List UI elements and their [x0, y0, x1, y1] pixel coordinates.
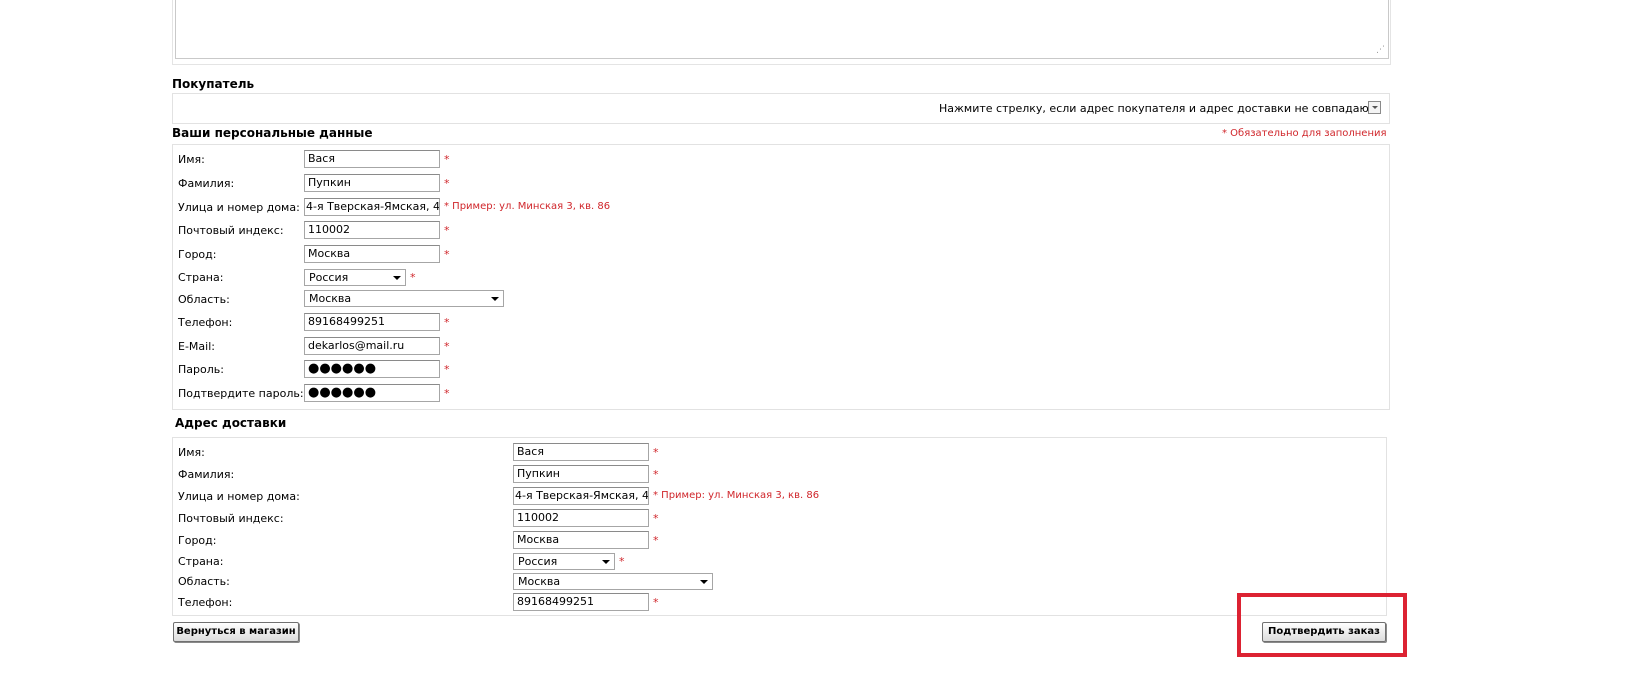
label-city: Город:	[178, 248, 217, 261]
label-phone: Телефон:	[178, 316, 233, 329]
required-mark: *	[444, 153, 450, 166]
street-hint: * Пример: ул. Минская 3, кв. 86	[653, 490, 820, 501]
label-region: Область:	[178, 575, 230, 588]
required-mark: *	[653, 596, 659, 609]
label-first-name: Имя:	[178, 153, 205, 166]
ship-region-select[interactable]: Москва	[513, 573, 713, 590]
back-to-shop-button[interactable]: Вернуться в магазин	[173, 622, 299, 642]
shipping-panel	[172, 437, 1387, 616]
country-select[interactable]: Россия	[304, 269, 406, 286]
zip-input[interactable]: 110002	[304, 221, 440, 239]
address-toggle-text: Нажмите стрелку, если адрес покупателя и…	[939, 102, 1379, 115]
label-street: Улица и номер дома:	[178, 201, 300, 214]
chevron-down-icon	[1372, 106, 1378, 109]
region-select[interactable]: Москва	[304, 290, 504, 307]
ship-region-select-value: Москва	[518, 575, 561, 588]
label-last-name: Фамилия:	[178, 468, 235, 481]
label-email: E-Mail:	[178, 340, 215, 353]
label-phone: Телефон:	[178, 596, 233, 609]
country-select-value: Россия	[309, 271, 349, 284]
ship-country-select[interactable]: Россия	[513, 553, 615, 570]
chevron-down-icon	[700, 580, 708, 584]
required-mark: *	[653, 468, 659, 481]
street-hint: * Пример: ул. Минская 3, кв. 86	[444, 201, 611, 212]
label-zip: Почтовый индекс:	[178, 512, 284, 525]
label-country: Страна:	[178, 555, 224, 568]
required-mark: *	[444, 363, 450, 376]
ship-phone-input[interactable]: 89168499251	[513, 593, 649, 611]
ship-first-name-input[interactable]: Вася	[513, 443, 649, 461]
required-mark: *	[444, 177, 450, 190]
first-name-input[interactable]: Вася	[304, 150, 440, 168]
label-last-name: Фамилия:	[178, 177, 235, 190]
resize-grip-icon[interactable]: ⋰	[1376, 46, 1385, 55]
city-input[interactable]: Москва	[304, 245, 440, 263]
personal-title: Ваши персональные данные	[172, 126, 373, 140]
required-note: * Обязательно для заполнения	[1222, 128, 1387, 139]
address-toggle-button[interactable]	[1368, 101, 1381, 114]
ship-country-select-value: Россия	[518, 555, 558, 568]
required-mark: *	[410, 271, 416, 284]
label-street: Улица и номер дома:	[178, 490, 300, 503]
required-mark: *	[444, 248, 450, 261]
password-input[interactable]: ●●●●●●	[304, 360, 440, 378]
required-mark: *	[444, 316, 450, 329]
required-mark: *	[619, 555, 625, 568]
label-zip: Почтовый индекс:	[178, 224, 284, 237]
required-mark: *	[653, 446, 659, 459]
required-mark: *	[444, 340, 450, 353]
required-mark: *	[653, 512, 659, 525]
chevron-down-icon	[491, 297, 499, 301]
last-name-input[interactable]: Пупкин	[304, 174, 440, 192]
label-country: Страна:	[178, 271, 224, 284]
email-input[interactable]: dekarlos@mail.ru	[304, 337, 440, 355]
label-password-confirm: Подтвердите пароль:	[178, 387, 304, 400]
shipping-title: Адрес доставки	[175, 416, 287, 430]
label-first-name: Имя:	[178, 446, 205, 459]
ship-city-input[interactable]: Москва	[513, 531, 649, 549]
comment-textarea[interactable]: ⋰	[175, 0, 1389, 59]
phone-input[interactable]: 89168499251	[304, 313, 440, 331]
ship-street-input[interactable]: 4-я Тверская-Ямская, 4	[513, 487, 649, 505]
label-password: Пароль:	[178, 363, 224, 376]
region-select-value: Москва	[309, 292, 352, 305]
password-confirm-input[interactable]: ●●●●●●	[304, 384, 440, 402]
buyer-title: Покупатель	[172, 77, 255, 91]
chevron-down-icon	[602, 560, 610, 564]
label-city: Город:	[178, 534, 217, 547]
required-mark: *	[444, 224, 450, 237]
confirm-order-button[interactable]: Подтвердить заказ	[1262, 622, 1386, 642]
required-mark: *	[653, 534, 659, 547]
chevron-down-icon	[393, 276, 401, 280]
label-region: Область:	[178, 293, 230, 306]
ship-zip-input[interactable]: 110002	[513, 509, 649, 527]
street-input[interactable]: 4-я Тверская-Ямская, 4	[304, 198, 440, 216]
ship-last-name-input[interactable]: Пупкин	[513, 465, 649, 483]
required-mark: *	[444, 387, 450, 400]
